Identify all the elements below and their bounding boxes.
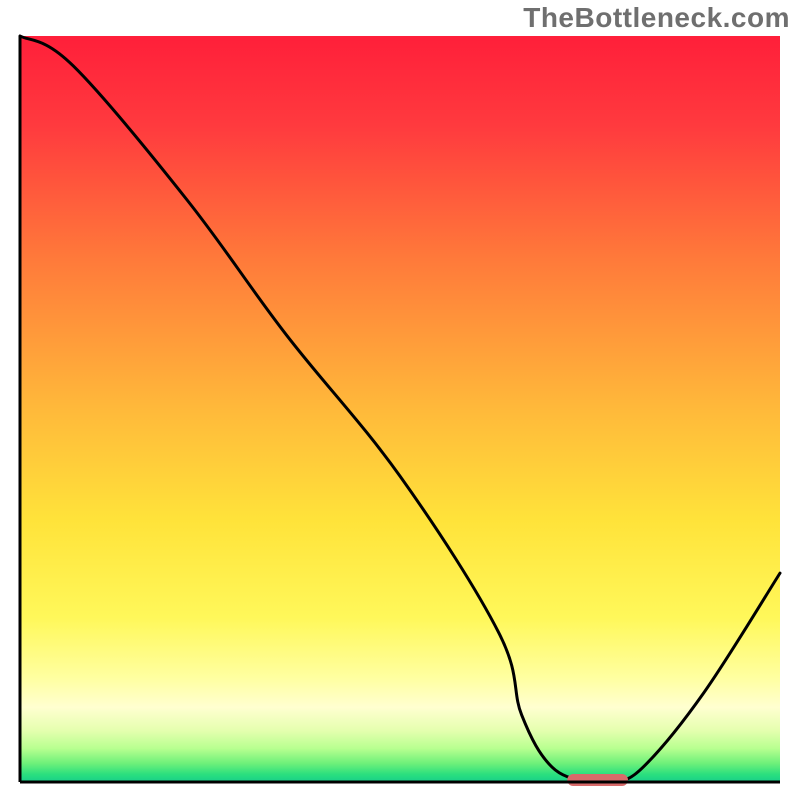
- bottleneck-chart: TheBottleneck.com: [0, 0, 800, 800]
- target-marker: [567, 774, 628, 786]
- chart-canvas: [0, 0, 800, 800]
- watermark-text: TheBottleneck.com: [523, 2, 790, 34]
- plot-background: [20, 36, 780, 782]
